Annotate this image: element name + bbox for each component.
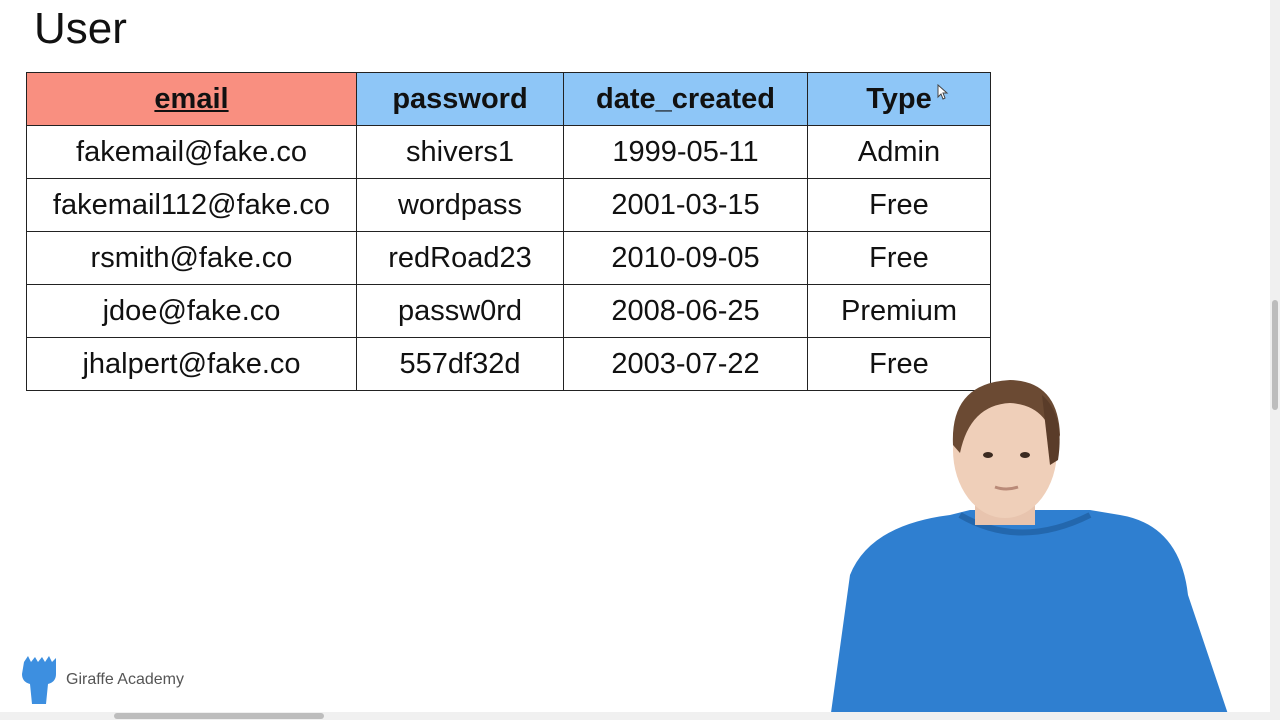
video-frame: User email password date_created Type fa… bbox=[0, 0, 1280, 720]
user-table: email password date_created Type fakemai… bbox=[26, 72, 991, 391]
cell-type: Free bbox=[807, 178, 991, 232]
header-password: password bbox=[356, 72, 564, 126]
horizontal-scrollbar-thumb[interactable] bbox=[114, 713, 324, 719]
mouse-cursor-icon bbox=[937, 84, 949, 100]
cell-email: jhalpert@fake.co bbox=[26, 337, 357, 391]
cell-password: passw0rd bbox=[356, 284, 564, 338]
cell-date-created: 1999-05-11 bbox=[563, 125, 808, 179]
cell-date-created: 2010-09-05 bbox=[563, 231, 808, 285]
cell-email: fakemail112@fake.co bbox=[26, 178, 357, 232]
horizontal-scrollbar[interactable] bbox=[0, 712, 1280, 720]
cell-type: Free bbox=[807, 231, 991, 285]
cell-password: 557df32d bbox=[356, 337, 564, 391]
cell-date-created: 2003-07-22 bbox=[563, 337, 808, 391]
cell-email: jdoe@fake.co bbox=[26, 284, 357, 338]
table-row: fakemail@fake.co shivers1 1999-05-11 Adm… bbox=[26, 125, 991, 179]
page-title: User bbox=[34, 4, 127, 53]
cell-password: shivers1 bbox=[356, 125, 564, 179]
cell-password: redRoad23 bbox=[356, 231, 564, 285]
cell-type: Admin bbox=[807, 125, 991, 179]
table-row: jdoe@fake.co passw0rd 2008-06-25 Premium bbox=[26, 284, 991, 338]
header-email-primary-key: email bbox=[26, 72, 357, 126]
vertical-scrollbar[interactable] bbox=[1270, 0, 1280, 720]
cell-type: Premium bbox=[807, 284, 991, 338]
header-date-created: date_created bbox=[563, 72, 808, 126]
cell-email: rsmith@fake.co bbox=[26, 231, 357, 285]
logo-text: Giraffe Academy bbox=[66, 671, 184, 688]
giraffe-academy-logo: Giraffe Academy bbox=[16, 656, 184, 704]
table-row: fakemail112@fake.co wordpass 2001-03-15 … bbox=[26, 178, 991, 232]
header-type: Type bbox=[807, 72, 991, 126]
cell-password: wordpass bbox=[356, 178, 564, 232]
cell-email: fakemail@fake.co bbox=[26, 125, 357, 179]
giraffe-icon bbox=[22, 656, 56, 704]
cell-date-created: 2001-03-15 bbox=[563, 178, 808, 232]
table-header-row: email password date_created Type bbox=[26, 72, 991, 126]
cell-date-created: 2008-06-25 bbox=[563, 284, 808, 338]
table-row: rsmith@fake.co redRoad23 2010-09-05 Free bbox=[26, 231, 991, 285]
vertical-scrollbar-thumb[interactable] bbox=[1272, 300, 1278, 410]
presenter-video bbox=[830, 380, 1230, 720]
